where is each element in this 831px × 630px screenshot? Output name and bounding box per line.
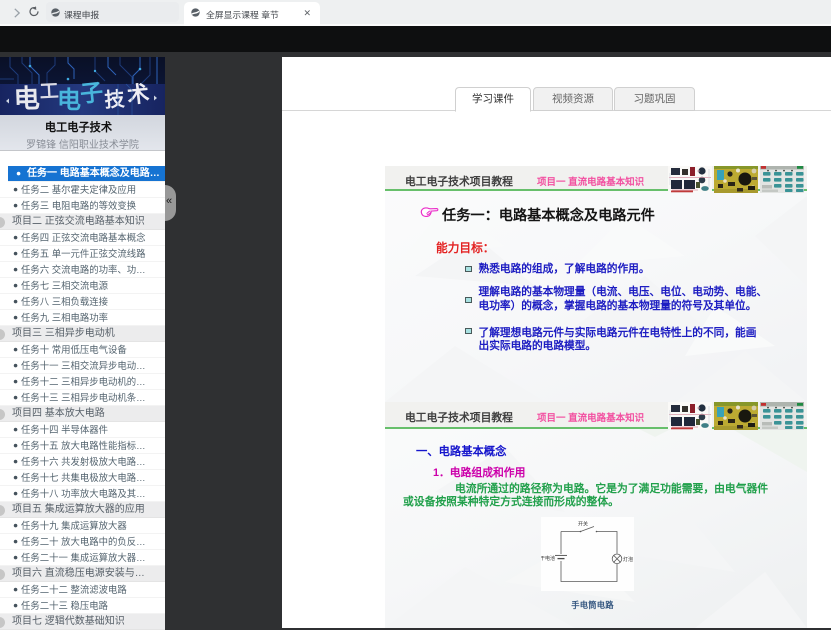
svg-text:灯泡: 灯泡 xyxy=(623,556,633,563)
svg-text:技: 技 xyxy=(104,87,127,112)
svg-text:开关: 开关 xyxy=(578,521,588,528)
svg-text:干电池: 干电池 xyxy=(541,555,555,562)
svg-text:子: 子 xyxy=(79,80,104,107)
svg-text:电: 电 xyxy=(13,84,40,114)
svg-text:电: 电 xyxy=(57,87,81,114)
svg-text:术: 术 xyxy=(126,81,151,108)
